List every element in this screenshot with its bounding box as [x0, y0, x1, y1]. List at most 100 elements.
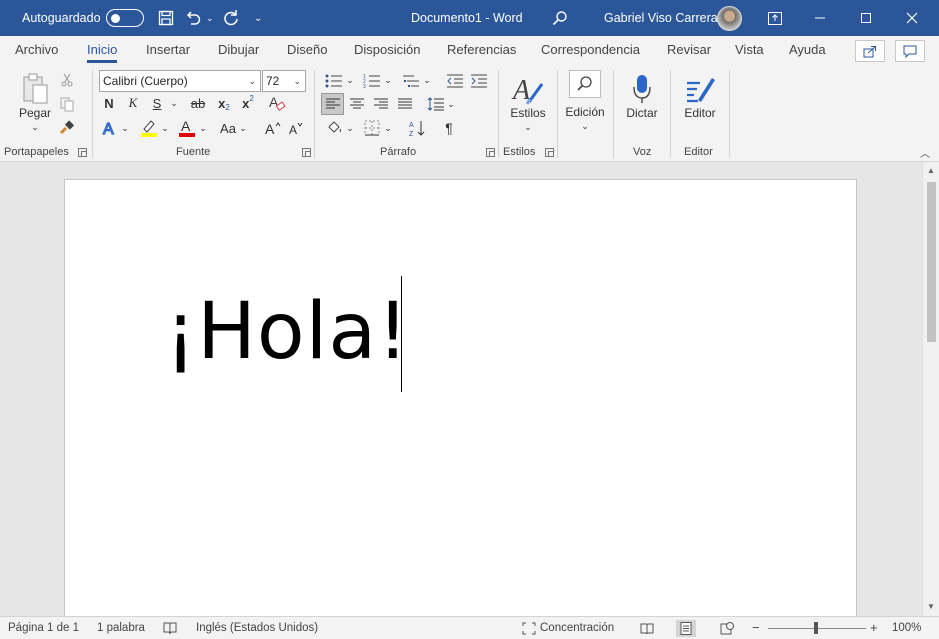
- editing-dropdown-icon[interactable]: ⌄: [578, 121, 592, 131]
- paste-dropdown-icon[interactable]: ⌄: [28, 122, 42, 132]
- line-spacing-icon[interactable]: [426, 94, 446, 114]
- cut-icon[interactable]: [58, 71, 76, 89]
- paragraph-launcher-icon[interactable]: [486, 148, 495, 157]
- format-painter-icon[interactable]: [58, 118, 76, 136]
- styles-label[interactable]: Estilos: [506, 106, 550, 120]
- font-color-icon[interactable]: A: [176, 118, 198, 138]
- user-name[interactable]: Gabriel Viso Carrera: [604, 0, 718, 36]
- scroll-down-icon[interactable]: ▼: [926, 602, 936, 612]
- language[interactable]: Inglés (Estados Unidos): [196, 617, 318, 639]
- font-color-dropdown-icon[interactable]: ⌄: [198, 122, 208, 134]
- styles-dropdown-icon[interactable]: ⌄: [521, 122, 535, 132]
- text-effects-dropdown-icon[interactable]: ⌄: [120, 122, 130, 134]
- font-launcher-icon[interactable]: [302, 148, 311, 157]
- styles-launcher-icon[interactable]: [545, 148, 554, 157]
- avatar[interactable]: [717, 0, 742, 36]
- tab-archivo[interactable]: Archivo: [15, 36, 58, 66]
- subscript-button[interactable]: x2: [214, 94, 234, 113]
- read-mode-icon[interactable]: [640, 617, 654, 639]
- shrink-font-icon[interactable]: A: [286, 118, 306, 138]
- superscript-button[interactable]: x2: [238, 94, 258, 112]
- document-page[interactable]: ¡Hola!: [64, 179, 857, 619]
- scroll-up-icon[interactable]: ▲: [926, 166, 936, 176]
- borders-dropdown-icon[interactable]: ⌄: [383, 122, 393, 134]
- document-text[interactable]: ¡Hola!: [165, 285, 409, 379]
- zoom-level[interactable]: 100%: [892, 617, 921, 639]
- microphone-icon[interactable]: [628, 70, 656, 108]
- autosave-toggle[interactable]: [106, 0, 144, 36]
- underline-button[interactable]: S: [149, 94, 165, 112]
- ribbon-display-icon[interactable]: [768, 0, 786, 36]
- tab-disposicion[interactable]: Disposición: [354, 36, 420, 66]
- tab-insertar[interactable]: Insertar: [146, 36, 190, 66]
- borders-icon[interactable]: [361, 118, 383, 138]
- zoom-slider-thumb[interactable]: [814, 622, 818, 634]
- font-size-combo[interactable]: 72 ⌄: [262, 70, 306, 92]
- change-case-dropdown-icon[interactable]: ⌄: [238, 122, 248, 134]
- find-icon[interactable]: [569, 70, 601, 98]
- tab-vista[interactable]: Vista: [735, 36, 764, 66]
- text-effects-icon[interactable]: A: [100, 118, 120, 138]
- copy-icon[interactable]: [58, 95, 76, 113]
- bold-button[interactable]: N: [101, 94, 117, 112]
- grow-font-icon[interactable]: A: [263, 118, 283, 138]
- pilcrow-icon[interactable]: ¶: [439, 118, 459, 138]
- numbering-icon[interactable]: 123: [361, 72, 383, 90]
- search-icon[interactable]: [552, 0, 572, 36]
- decrease-indent-icon[interactable]: [444, 72, 466, 90]
- paste-icon[interactable]: [18, 70, 52, 108]
- save-icon[interactable]: [156, 0, 176, 36]
- line-spacing-dropdown-icon[interactable]: ⌄: [446, 98, 456, 110]
- highlight-icon[interactable]: [138, 118, 160, 138]
- clear-formatting-icon[interactable]: A: [266, 93, 288, 113]
- undo-icon[interactable]: [184, 0, 206, 36]
- shading-icon[interactable]: [323, 118, 345, 138]
- vertical-scrollbar[interactable]: ▲ ▼: [922, 162, 939, 616]
- paste-label[interactable]: Pegar: [14, 106, 56, 120]
- strikethrough-button[interactable]: ab: [187, 94, 209, 112]
- align-right-icon[interactable]: [371, 94, 391, 114]
- sort-icon[interactable]: AZ: [406, 118, 428, 138]
- tab-correspondencia[interactable]: Correspondencia: [541, 36, 640, 66]
- change-case-button[interactable]: Aa: [217, 118, 239, 138]
- maximize-icon[interactable]: [860, 0, 880, 36]
- close-icon[interactable]: [906, 0, 926, 36]
- dictate-label[interactable]: Dictar: [622, 106, 662, 120]
- undo-dropdown-icon[interactable]: ⌄: [206, 0, 216, 36]
- align-left-icon[interactable]: [321, 93, 344, 115]
- customize-qat-icon[interactable]: ⌄: [254, 0, 268, 36]
- web-layout-icon[interactable]: [720, 617, 734, 639]
- styles-icon[interactable]: A: [510, 70, 546, 108]
- clipboard-launcher-icon[interactable]: [78, 148, 87, 157]
- bullets-dropdown-icon[interactable]: ⌄: [345, 74, 355, 86]
- tab-ayuda[interactable]: Ayuda: [789, 36, 826, 66]
- tab-dibujar[interactable]: Dibujar: [218, 36, 259, 66]
- proofing-icon[interactable]: [163, 617, 177, 639]
- focus-icon[interactable]: [522, 617, 536, 639]
- editing-label[interactable]: Edición: [561, 105, 609, 119]
- editor-label[interactable]: Editor: [678, 106, 722, 120]
- justify-icon[interactable]: [395, 94, 415, 114]
- zoom-in-icon[interactable]: +: [870, 617, 878, 639]
- font-name-combo[interactable]: Calibri (Cuerpo) ⌄: [99, 70, 261, 92]
- share-icon[interactable]: [855, 40, 885, 62]
- page-count[interactable]: Página 1 de 1: [8, 617, 79, 639]
- multilevel-dropdown-icon[interactable]: ⌄: [422, 74, 432, 86]
- highlight-dropdown-icon[interactable]: ⌄: [160, 122, 170, 134]
- italic-button[interactable]: K: [125, 94, 141, 112]
- zoom-out-icon[interactable]: −: [752, 617, 760, 639]
- numbering-dropdown-icon[interactable]: ⌄: [383, 74, 393, 86]
- comments-icon[interactable]: [895, 40, 925, 62]
- tab-inicio[interactable]: Inicio: [87, 36, 118, 66]
- word-count[interactable]: 1 palabra: [97, 617, 145, 639]
- focus-mode[interactable]: Concentración: [540, 617, 614, 639]
- tab-diseno[interactable]: Diseño: [287, 36, 327, 66]
- collapse-ribbon-icon[interactable]: ︿: [918, 146, 932, 160]
- scroll-thumb[interactable]: [927, 182, 936, 342]
- multilevel-list-icon[interactable]: [400, 72, 422, 90]
- redo-icon[interactable]: [222, 0, 244, 36]
- underline-dropdown-icon[interactable]: ⌄: [168, 96, 180, 110]
- increase-indent-icon[interactable]: [468, 72, 490, 90]
- print-layout-icon[interactable]: [676, 620, 696, 637]
- shading-dropdown-icon[interactable]: ⌄: [345, 122, 355, 134]
